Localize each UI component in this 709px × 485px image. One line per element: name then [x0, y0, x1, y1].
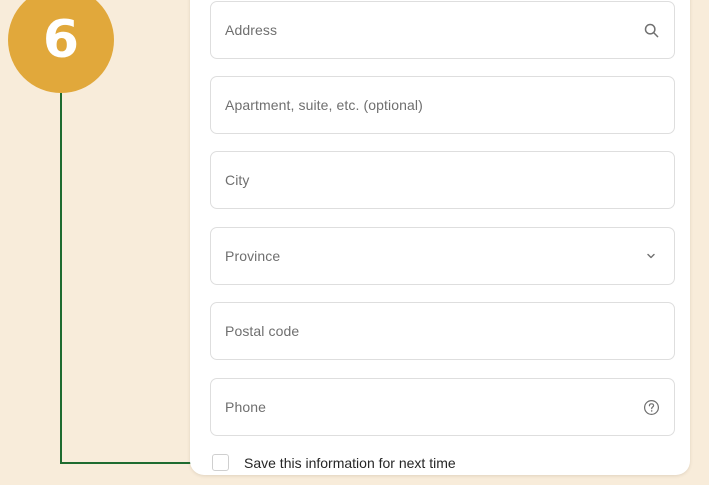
- province-select[interactable]: Province: [210, 227, 675, 285]
- address-placeholder: Address: [225, 22, 278, 38]
- chevron-down-icon: [642, 247, 660, 265]
- save-info-checkbox[interactable]: [212, 454, 229, 471]
- search-icon[interactable]: [642, 21, 660, 39]
- province-placeholder: Province: [225, 248, 281, 264]
- step-number: 6: [42, 10, 80, 70]
- save-info-label[interactable]: Save this information for next time: [244, 455, 456, 471]
- help-circle-icon[interactable]: [642, 398, 660, 416]
- city-field[interactable]: City: [210, 151, 675, 209]
- step-number-badge: 6: [8, 0, 114, 93]
- postal-code-field[interactable]: Postal code: [210, 302, 675, 360]
- city-placeholder: City: [225, 172, 250, 188]
- postal-code-placeholder: Postal code: [225, 323, 300, 339]
- phone-field[interactable]: Phone: [210, 378, 675, 436]
- callout-connector-vertical: [60, 93, 62, 464]
- address-field[interactable]: Address: [210, 1, 675, 59]
- apartment-placeholder: Apartment, suite, etc. (optional): [225, 97, 423, 113]
- apartment-field[interactable]: Apartment, suite, etc. (optional): [210, 76, 675, 134]
- phone-placeholder: Phone: [225, 399, 266, 415]
